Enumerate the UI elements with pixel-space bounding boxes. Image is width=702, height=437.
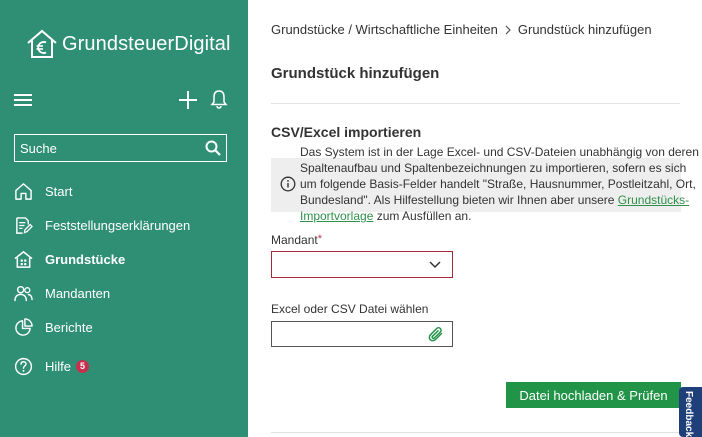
- sidebar-item-label: Berichte: [45, 319, 93, 335]
- app: GrundsteuerDigital Suche Start Feststell…: [0, 0, 702, 437]
- info-icon: [280, 176, 296, 192]
- breadcrumb-item-grundstuecke[interactable]: Grundstücke / Wirtschaftliche Einheiten: [271, 22, 498, 37]
- sidebar-item-grundstuecke[interactable]: Grundstücke: [0, 242, 248, 276]
- info-text: Das System ist in der Lage Excel- und CS…: [300, 144, 702, 224]
- help-icon: [14, 357, 33, 375]
- house-euro-logo-icon: [27, 29, 57, 58]
- mandant-label-text: Mandant: [271, 233, 318, 247]
- sidebar-item-label: Start: [45, 183, 73, 199]
- bell-icon[interactable]: [210, 89, 228, 109]
- sidebar-toolbar: [0, 88, 248, 112]
- property-icon: [14, 250, 33, 268]
- divider: [271, 432, 680, 433]
- sidebar-item-hilfe[interactable]: Hilfe 5: [0, 346, 248, 386]
- main-content: Grundstücke / Wirtschaftliche Einheiten …: [248, 0, 702, 437]
- search-input[interactable]: [20, 140, 200, 156]
- sidebar-nav: Start Feststellungserklärungen Grundstüc…: [0, 174, 248, 386]
- file-upload-input[interactable]: [271, 321, 453, 347]
- app-name: GrundsteuerDigital: [62, 32, 231, 55]
- hamburger-menu-icon[interactable]: [14, 92, 32, 108]
- info-text-after: zum Ausfüllen an.: [373, 209, 472, 223]
- search-box: [14, 134, 227, 162]
- chevron-down-icon: [429, 261, 441, 269]
- home-icon: [15, 182, 32, 200]
- plus-icon[interactable]: [179, 91, 197, 109]
- sidebar-item-start[interactable]: Start: [0, 174, 248, 208]
- sidebar-item-berichte[interactable]: Berichte: [0, 310, 248, 344]
- info-box: Das System ist in der Lage Excel- und CS…: [271, 145, 699, 223]
- section-title: CSV/Excel importieren: [271, 124, 422, 140]
- feedback-label: Feedback: [683, 391, 694, 437]
- sidebar-item-label: Feststellungserklärungen: [45, 217, 191, 233]
- breadcrumb: Grundstücke / Wirtschaftliche Einheiten …: [271, 22, 652, 37]
- file-label: Excel oder CSV Datei wählen: [271, 302, 429, 316]
- sidebar: GrundsteuerDigital Suche Start Feststell…: [0, 0, 248, 437]
- breadcrumb-item-current: Grundstück hinzufügen: [517, 22, 652, 37]
- pie-chart-icon: [15, 317, 33, 336]
- sidebar-item-label: Hilfe: [45, 358, 72, 374]
- divider: [271, 103, 680, 104]
- sidebar-item-label: Grundstücke: [45, 251, 126, 267]
- mandant-label: Mandant*: [271, 233, 322, 247]
- search-icon[interactable]: [205, 140, 221, 156]
- paperclip-icon[interactable]: [428, 326, 444, 343]
- chevron-right-icon: [505, 25, 511, 34]
- help-count-badge: 5: [76, 359, 90, 373]
- sidebar-item-label: Mandanten: [45, 285, 111, 301]
- logo[interactable]: GrundsteuerDigital: [26, 28, 231, 60]
- page-title: Grundstück hinzufügen: [271, 65, 440, 82]
- upload-check-button[interactable]: Datei hochladen & Prüfen: [506, 382, 681, 408]
- document-edit-icon: [16, 216, 33, 234]
- mandant-select[interactable]: [271, 251, 453, 278]
- sidebar-item-mandanten[interactable]: Mandanten: [0, 276, 248, 310]
- users-icon: [14, 285, 33, 301]
- feedback-tab[interactable]: Feedback: [679, 387, 702, 437]
- required-mark: *: [317, 233, 322, 245]
- sidebar-item-feststellungserklaerungen[interactable]: Feststellungserklärungen: [0, 208, 248, 242]
